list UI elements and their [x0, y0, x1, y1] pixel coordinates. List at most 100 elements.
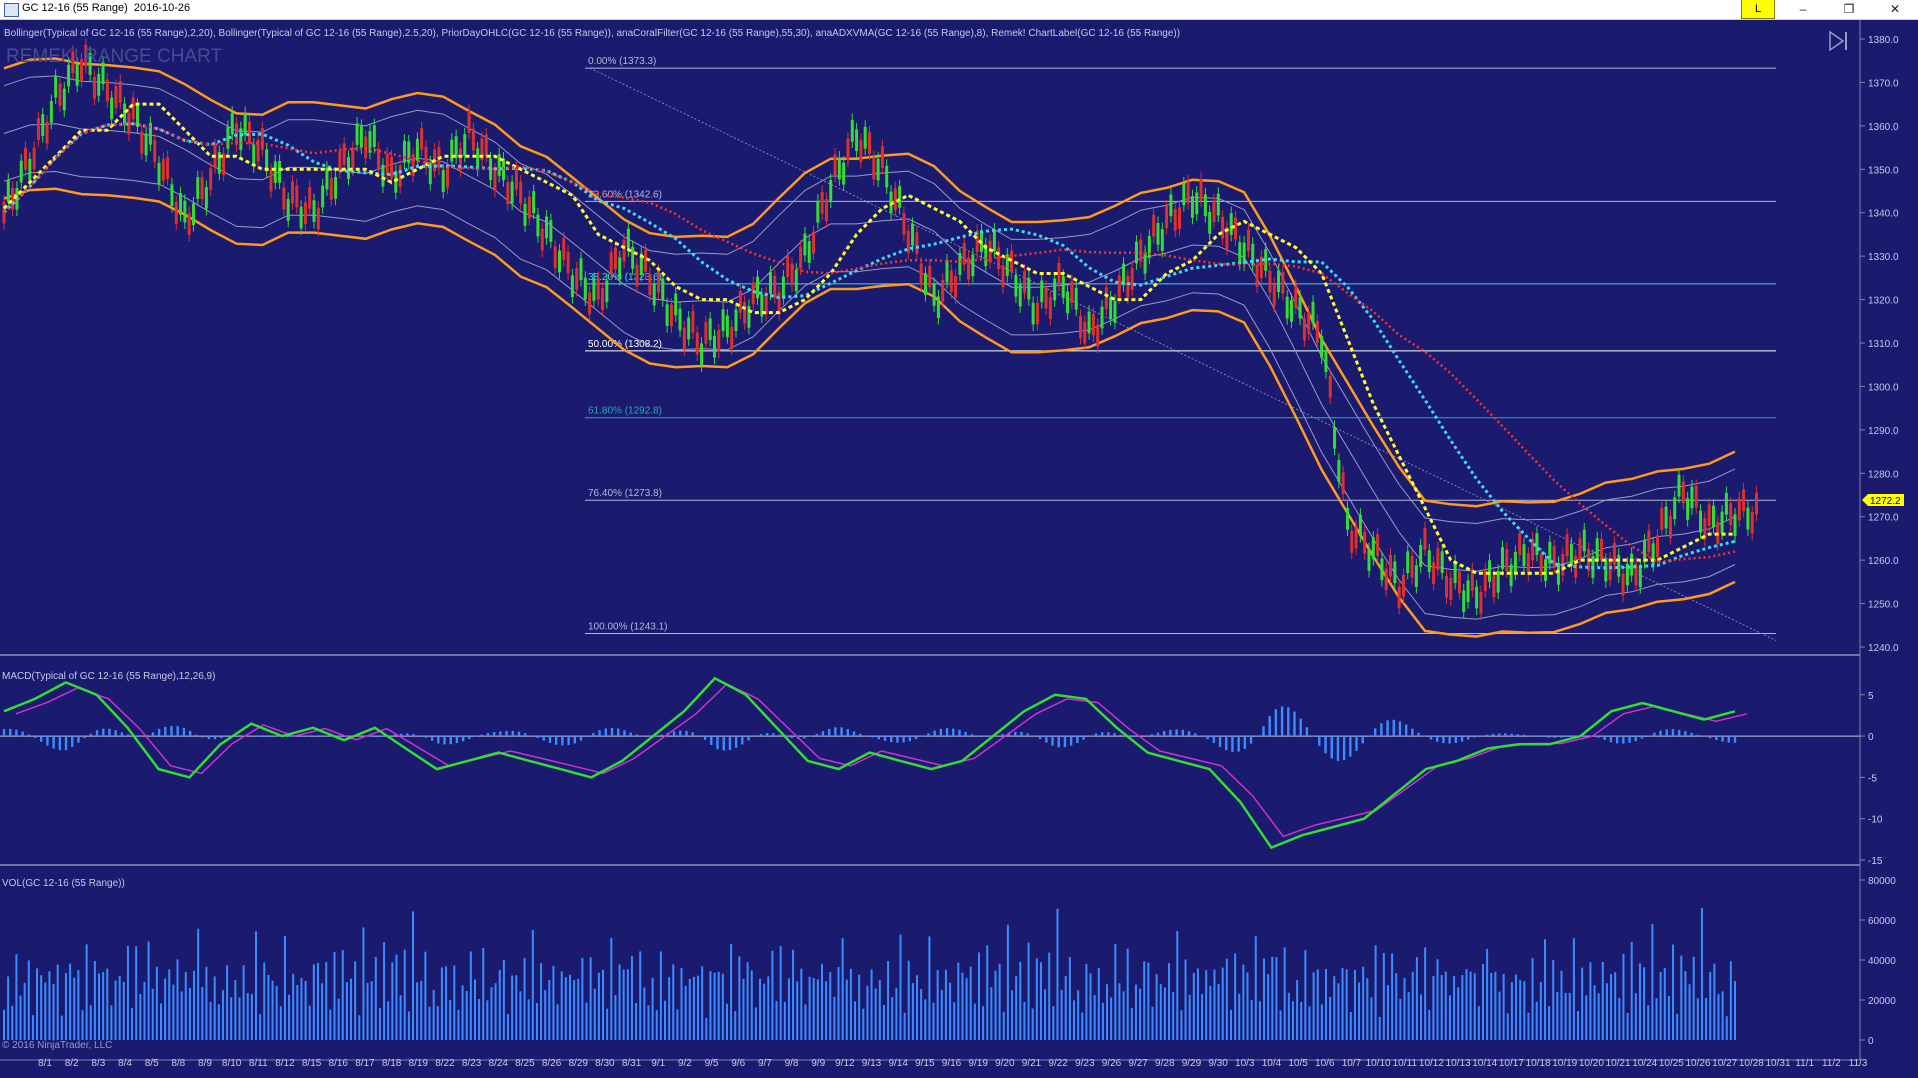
volume-bar — [126, 945, 129, 1040]
macd-histogram-bar — [840, 727, 843, 737]
macd-histogram-bar — [1435, 736, 1439, 742]
volume-bar — [1068, 957, 1071, 1040]
volume-bar — [490, 987, 493, 1040]
volume-bar — [267, 974, 270, 1040]
volume-bar — [64, 973, 67, 1040]
close-button[interactable]: ✕ — [1872, 0, 1918, 19]
volume-bar — [635, 1003, 638, 1040]
minimize-button[interactable]: – — [1780, 0, 1826, 19]
candle-body — [1173, 209, 1177, 231]
candle-body — [932, 284, 936, 306]
candle-body — [1320, 336, 1324, 358]
macd-histogram-bar — [1690, 732, 1693, 737]
candle-body — [239, 128, 243, 150]
macd-histogram-bar — [511, 730, 514, 737]
macd-histogram-bar — [1045, 736, 1048, 743]
macd-histogram-bar — [1708, 736, 1712, 739]
candle-body — [273, 161, 277, 183]
volume-bar — [792, 949, 795, 1040]
date-tick-label: 10/14 — [1472, 1058, 1497, 1069]
candle-body — [1053, 278, 1057, 301]
macd-histogram-bar — [598, 730, 601, 737]
candle-body — [179, 193, 183, 215]
volume-bar — [1519, 980, 1522, 1040]
date-tick-label: 8/11 — [249, 1058, 268, 1069]
macd-histogram-bar — [1491, 733, 1495, 737]
date-tick-label: 10/4 — [1262, 1058, 1282, 1069]
volume-bar — [750, 970, 753, 1040]
volume-bar — [172, 984, 175, 1040]
candle-body — [1436, 548, 1440, 571]
candle-body — [1681, 481, 1685, 504]
volume-bar — [383, 942, 386, 1040]
candle-body — [260, 128, 264, 150]
volume-bar — [1705, 997, 1708, 1040]
candle-body — [1505, 549, 1509, 571]
macd-histogram-bar — [1429, 736, 1433, 740]
volume-bar — [1093, 994, 1096, 1040]
chart-canvas[interactable]: 0.00% (1373.3)23.60% (1342.6)38.20% (132… — [0, 20, 1918, 1078]
volume-bar — [845, 979, 848, 1040]
volume-bar — [1275, 956, 1278, 1040]
candle-body — [773, 275, 777, 298]
macd-histogram-bar — [437, 736, 440, 744]
volume-bar — [606, 1008, 609, 1040]
volume-bar — [1130, 1007, 1133, 1040]
volume-bar — [1651, 924, 1654, 1040]
volume-bar — [1159, 984, 1162, 1040]
macd-histogram-bar — [33, 736, 37, 738]
volume-bar — [432, 990, 435, 1040]
macd-histogram-bar — [877, 736, 881, 740]
candle-body — [1186, 181, 1190, 204]
candle-body — [829, 179, 833, 202]
candle-body — [1552, 546, 1556, 568]
volume-bar — [1378, 1016, 1381, 1040]
candle-body — [562, 238, 566, 260]
macd-histogram-bar — [1020, 731, 1023, 737]
candle-body — [1457, 571, 1461, 594]
macd-histogram-bar — [182, 727, 186, 737]
candle-body — [1307, 312, 1311, 334]
macd-histogram-bar — [1175, 729, 1178, 737]
volume-bar — [1267, 974, 1270, 1040]
candle-body — [1027, 277, 1031, 300]
volume-bar — [907, 960, 910, 1040]
restore-button[interactable]: ❐ — [1826, 0, 1872, 19]
volume-tick-label-4: 0 — [1868, 1036, 1874, 1047]
volume-bar — [449, 1000, 452, 1040]
candle-body — [454, 136, 458, 158]
candle-body — [1289, 300, 1293, 322]
candle-body — [1341, 472, 1345, 495]
volume-bar — [457, 1009, 460, 1040]
volume-bar — [19, 995, 22, 1040]
volume-bar — [1126, 948, 1129, 1040]
volume-bar — [1568, 992, 1571, 1040]
macd-histogram-bar — [1541, 736, 1544, 738]
volume-bar — [1696, 998, 1699, 1040]
date-tick-label: 8/31 — [622, 1058, 642, 1069]
candle-body — [1345, 507, 1349, 530]
candle-body — [420, 128, 424, 150]
volume-bar — [882, 1004, 885, 1040]
macd-tick-label-2: -5 — [1868, 773, 1877, 784]
candle-body — [200, 177, 204, 199]
candle-body — [1660, 508, 1664, 531]
link-badge[interactable]: L — [1741, 0, 1775, 19]
price-tick-label-5: 1330.0 — [1868, 252, 1899, 263]
candle-body — [1556, 563, 1560, 585]
macd-histogram-bar — [120, 732, 124, 737]
volume-bar — [1011, 990, 1014, 1040]
candle-body — [1074, 287, 1078, 310]
candle-body — [725, 315, 729, 338]
volume-bar — [1370, 997, 1373, 1040]
volume-bar — [531, 930, 534, 1040]
candle-body — [1001, 265, 1005, 288]
candle-body — [631, 246, 635, 269]
candle-body — [523, 203, 527, 226]
date-tick-label: 10/26 — [1686, 1058, 1711, 1069]
volume-bar — [738, 956, 741, 1040]
candle-body — [717, 330, 721, 352]
volume-bar — [1709, 971, 1712, 1040]
candle-body — [1104, 287, 1108, 310]
fib-label-5: 76.40% (1273.8) — [588, 488, 662, 499]
